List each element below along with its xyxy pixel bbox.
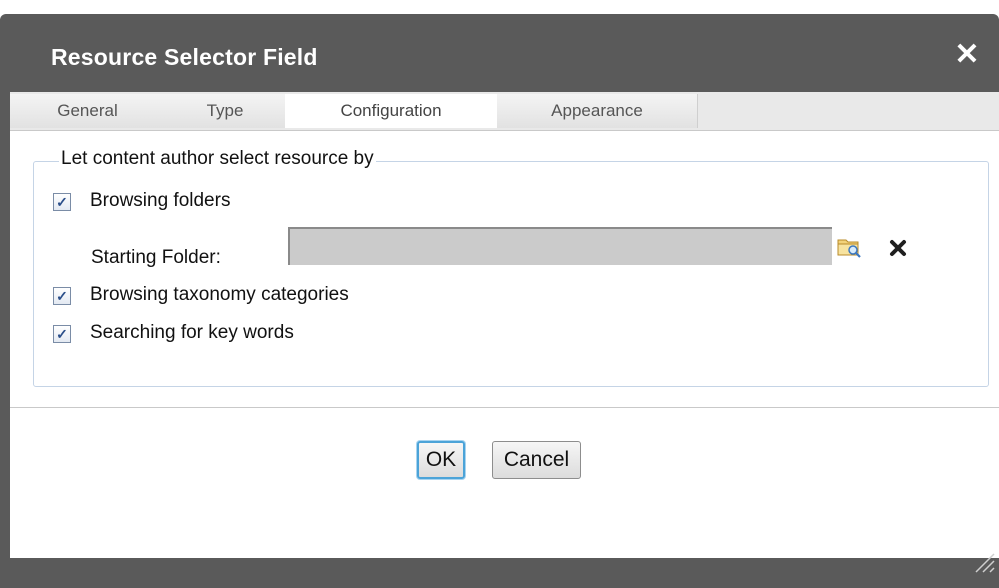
browsing-folders-label: Browsing folders <box>90 190 231 211</box>
resize-grip-icon[interactable] <box>970 548 996 574</box>
tab-label: Appearance <box>551 101 643 120</box>
dialog-title: Resource Selector Field <box>51 44 318 70</box>
tab-strip: General Type Configuration Appearance <box>10 92 999 131</box>
searching-keywords-checkbox[interactable]: ✓ <box>53 325 71 343</box>
tab-appearance[interactable]: Appearance <box>497 94 698 128</box>
resource-selector-dialog: Resource Selector Field ✕ General Type C… <box>0 14 999 588</box>
tab-configuration[interactable]: Configuration <box>285 94 498 128</box>
tab-label: Type <box>206 101 244 120</box>
close-icon[interactable]: ✕ <box>950 38 984 72</box>
browsing-taxonomy-checkbox[interactable]: ✓ <box>53 287 71 305</box>
starting-folder-input[interactable] <box>288 227 832 265</box>
cancel-button[interactable]: Cancel <box>492 441 581 479</box>
folder-search-icon[interactable] <box>836 234 862 260</box>
tab-label: Configuration <box>340 101 442 120</box>
clear-x-icon[interactable] <box>889 239 907 257</box>
dialog-content: Let content author select resource by ✓ … <box>10 144 999 558</box>
searching-keywords-label: Searching for key words <box>90 322 294 343</box>
tab-label: General <box>57 101 118 120</box>
starting-folder-label: Starting Folder: <box>91 247 221 268</box>
fieldset-legend: Let content author select resource by <box>59 148 376 170</box>
dialog-titlebar[interactable]: Resource Selector Field ✕ <box>0 14 999 92</box>
tab-type[interactable]: Type <box>165 94 286 128</box>
browsing-taxonomy-label: Browsing taxonomy categories <box>90 284 349 305</box>
button-divider <box>10 407 999 408</box>
browsing-folders-checkbox[interactable]: ✓ <box>53 193 71 211</box>
dialog-footer <box>0 558 999 588</box>
tab-general[interactable]: General <box>10 94 166 128</box>
tab-bar: General Type Configuration Appearance <box>10 92 999 144</box>
ok-button[interactable]: OK <box>417 441 465 479</box>
